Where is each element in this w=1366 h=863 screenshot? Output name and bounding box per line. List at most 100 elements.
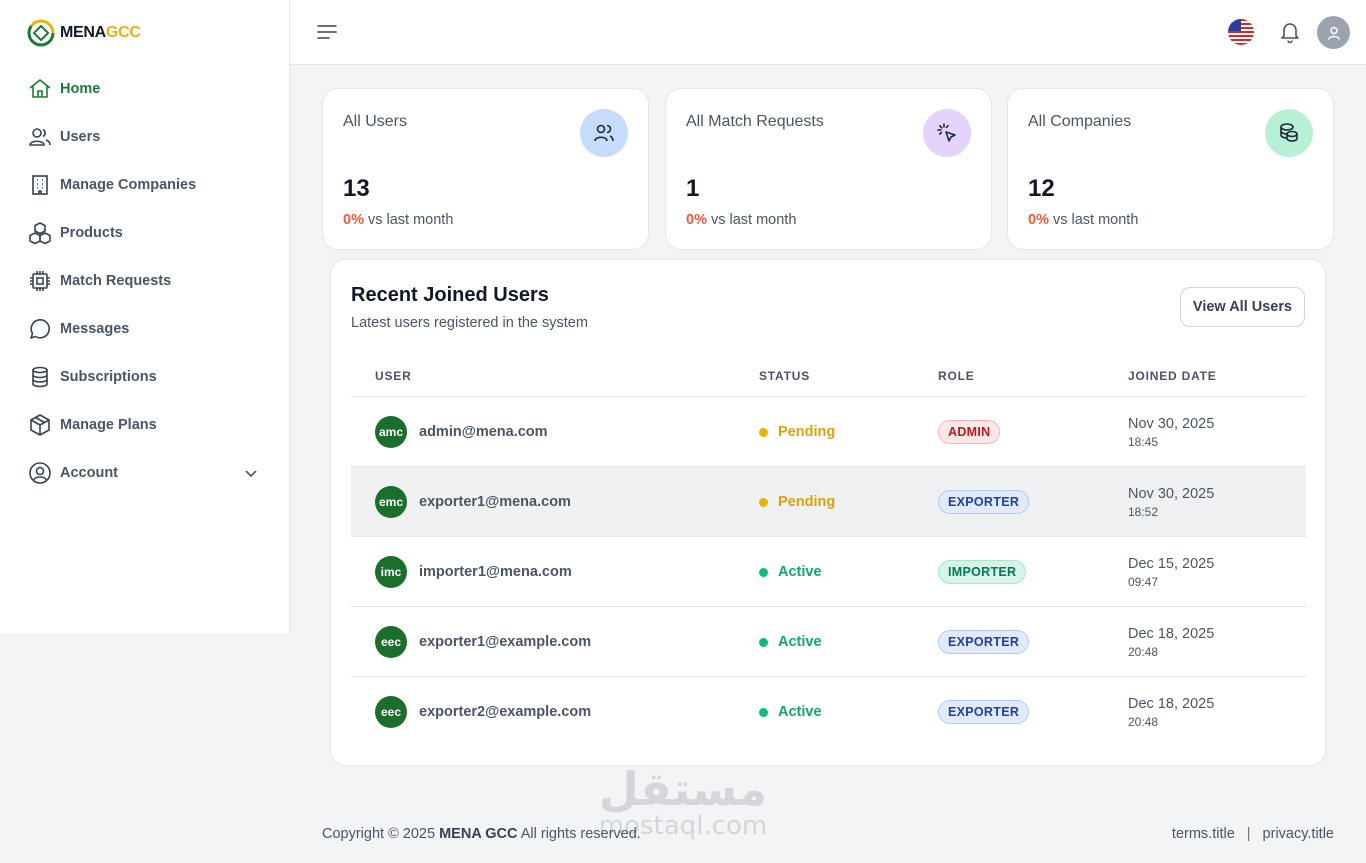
footer-separator: |	[1246, 826, 1251, 842]
user-circle-icon	[28, 461, 52, 485]
sidebar-item-label: Manage Companies	[60, 177, 197, 193]
sidebar-item-subscriptions[interactable]: Subscriptions	[0, 353, 289, 401]
sidebar-item-users[interactable]: Users	[0, 113, 289, 161]
logo-mark-icon	[27, 19, 55, 47]
user-avatar: imc	[375, 556, 407, 588]
table-row[interactable]: eec exporter2@example.com Active EXPORTER…	[351, 677, 1306, 747]
joined-date: Nov 30, 2025 18:45	[1128, 416, 1215, 449]
joined-date: Dec 15, 2025 09:47	[1128, 556, 1215, 589]
status-badge: Active	[759, 704, 822, 720]
user-avatar: eec	[375, 626, 407, 658]
sidebar-item-manage-companies[interactable]: Manage Companies	[0, 161, 289, 209]
user-email: importer1@mena.com	[419, 564, 572, 580]
table-header: USER STATUS ROLE JOINED DATE	[351, 358, 1306, 397]
column-header-user: USER	[375, 369, 412, 383]
sidebar-item-label: Match Requests	[60, 273, 172, 289]
boxes-icon	[28, 221, 52, 245]
role-badge: EXPORTER	[938, 490, 1030, 514]
home-icon	[28, 77, 52, 101]
user-email: exporter1@example.com	[419, 634, 592, 650]
section-title: Recent Joined Users	[351, 284, 549, 306]
coins-icon	[1265, 109, 1313, 157]
column-header-role: ROLE	[938, 369, 975, 383]
user-avatar[interactable]	[1317, 16, 1350, 49]
status-badge: Pending	[759, 494, 835, 510]
sidebar-item-label: Users	[60, 129, 101, 145]
sidebar-item-label: Account	[60, 465, 118, 481]
status-dot	[759, 637, 768, 647]
table-row[interactable]: eec exporter1@example.com Active EXPORTER…	[351, 607, 1306, 677]
logo-text: MENAGCC	[60, 24, 141, 41]
menu-toggle-icon[interactable]	[316, 21, 338, 43]
sidebar-item-manage-plans[interactable]: Manage Plans	[0, 401, 289, 449]
bell-icon[interactable]	[1278, 20, 1302, 44]
chip-icon	[28, 269, 52, 293]
privacy-link[interactable]: privacy.title	[1263, 826, 1334, 842]
stat-value: 12	[1028, 175, 1055, 202]
sidebar-item-messages[interactable]: Messages	[0, 305, 289, 353]
table-row[interactable]: amc admin@mena.com Pending ADMIN Nov 30, …	[351, 397, 1306, 467]
status-dot	[759, 707, 768, 717]
user-email: exporter2@example.com	[419, 704, 592, 720]
stat-card-companies: All Companies 12 0% vs last month	[1007, 88, 1334, 250]
user-avatar: eec	[375, 696, 407, 728]
joined-date: Dec 18, 2025 20:48	[1128, 626, 1215, 659]
chevron-down-icon[interactable]	[243, 465, 259, 481]
sidebar-item-label: Products	[60, 225, 123, 241]
recent-users-table: USER STATUS ROLE JOINED DATE amc admin@me…	[351, 358, 1306, 747]
sidebar-item-products[interactable]: Products	[0, 209, 289, 257]
column-header-status: STATUS	[759, 369, 811, 383]
role-badge: EXPORTER	[938, 630, 1030, 654]
sidebar-item-label: Home	[60, 81, 101, 97]
stat-value: 13	[343, 175, 370, 202]
sidebar-item-account[interactable]: Account	[0, 449, 289, 497]
footer-links: terms.title | privacy.title	[1172, 826, 1334, 842]
column-header-joined-date: JOINED DATE	[1128, 369, 1217, 383]
user-icon	[1327, 26, 1340, 40]
role-badge: ADMIN	[938, 420, 1001, 444]
sidebar: MENAGCC Home Users Manage Companies Prod…	[0, 0, 290, 633]
user-email: admin@mena.com	[419, 424, 548, 440]
users-icon	[580, 109, 628, 157]
stat-card-users: All Users 13 0% vs last month	[322, 88, 649, 250]
status-dot	[759, 427, 768, 437]
us-flag-icon[interactable]	[1228, 19, 1254, 45]
topbar	[290, 0, 1366, 65]
status-dot	[759, 567, 768, 577]
joined-date: Nov 30, 2025 18:52	[1128, 486, 1215, 519]
logo[interactable]: MENAGCC	[26, 18, 141, 48]
sidebar-nav: Home Users Manage Companies Products Mat…	[0, 65, 289, 497]
role-badge: IMPORTER	[938, 560, 1027, 584]
sidebar-item-label: Messages	[60, 321, 130, 337]
recent-users-card: Recent Joined Users Latest users registe…	[330, 259, 1326, 766]
users-icon	[28, 125, 52, 149]
message-circle-icon	[28, 317, 52, 341]
role-badge: EXPORTER	[938, 700, 1030, 724]
user-avatar: amc	[375, 416, 407, 448]
building-icon	[28, 173, 52, 197]
sidebar-item-home[interactable]: Home	[0, 65, 289, 113]
joined-date: Dec 18, 2025 20:48	[1128, 696, 1215, 729]
sidebar-item-label: Subscriptions	[60, 369, 157, 385]
stat-change: 0% vs last month	[686, 212, 797, 228]
view-all-users-button[interactable]: View All Users	[1180, 287, 1305, 327]
sidebar-item-label: Manage Plans	[60, 417, 157, 433]
stat-change: 0% vs last month	[343, 212, 454, 228]
sidebar-item-match-requests[interactable]: Match Requests	[0, 257, 289, 305]
status-badge: Active	[759, 564, 822, 580]
table-row[interactable]: imc importer1@mena.com Active IMPORTER De…	[351, 537, 1306, 607]
stat-title: All Match Requests	[686, 113, 824, 130]
user-email: exporter1@mena.com	[419, 494, 571, 510]
section-subtitle: Latest users registered in the system	[351, 315, 588, 331]
stat-title: All Companies	[1028, 113, 1132, 130]
stat-change: 0% vs last month	[1028, 212, 1139, 228]
table-row[interactable]: emc exporter1@mena.com Pending EXPORTER N…	[351, 467, 1306, 537]
package-icon	[28, 413, 52, 437]
user-avatar: emc	[375, 486, 407, 518]
stat-value: 1	[686, 175, 700, 202]
status-badge: Pending	[759, 424, 835, 440]
status-badge: Active	[759, 634, 822, 650]
terms-link[interactable]: terms.title	[1172, 826, 1235, 842]
pointer-click-icon	[923, 109, 971, 157]
status-dot	[759, 497, 768, 507]
